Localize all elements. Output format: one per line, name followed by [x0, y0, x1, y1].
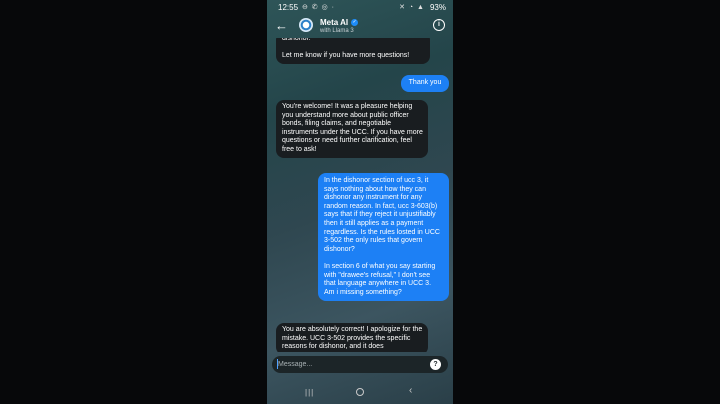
status-time: 12:55 — [278, 3, 299, 12]
message-composer: ? — [272, 356, 448, 373]
meta-ai-avatar[interactable] — [299, 18, 313, 32]
user-message: Thank you — [401, 75, 449, 92]
message-input[interactable] — [278, 359, 418, 370]
bot-message: dishonor. Let me know if you have more q… — [276, 38, 430, 64]
title-row[interactable]: Meta AI ✓ — [320, 18, 359, 27]
phone-screen: 12:55 ⊖ ✆ ◎ · ✕ ◔ ▲ 93% ← Meta AI ✓ with… — [267, 0, 453, 404]
verified-badge-icon: ✓ — [351, 19, 359, 26]
home-icon[interactable] — [356, 388, 364, 396]
back-arrow-icon[interactable]: ← — [275, 18, 288, 34]
info-icon[interactable]: i — [433, 19, 445, 31]
help-icon[interactable]: ? — [430, 359, 441, 370]
message-list[interactable]: dishonor. Let me know if you have more q… — [267, 38, 453, 352]
bot-message: You are absolutely correct! I apologize … — [276, 323, 428, 352]
user-message: In the dishonor section of ucc 3, it say… — [318, 173, 449, 302]
status-bar: 12:55 ⊖ ✆ ◎ · ✕ ◔ ▲ 93% — [267, 0, 453, 16]
notification-icons: ⊖ ✆ ◎ · — [302, 4, 336, 11]
chat-subtitle: with Llama 3 — [320, 28, 354, 34]
bot-message: You're welcome! It was a pleasure helpin… — [276, 100, 428, 158]
chat-header: ← Meta AI ✓ with Llama 3 i — [267, 16, 453, 38]
screen-stage: 12:55 ⊖ ✆ ◎ · ✕ ◔ ▲ 93% ← Meta AI ✓ with… — [0, 0, 720, 404]
system-nav-bar: ||| ‹ — [267, 380, 453, 404]
recent-apps-icon[interactable]: ||| — [305, 388, 314, 397]
nav-back-icon[interactable]: ‹ — [409, 385, 412, 396]
battery-level: 93% — [429, 3, 446, 12]
chat-title: Meta AI — [320, 18, 349, 27]
signal-icons: ✕ ◔ ▲ — [399, 4, 425, 11]
